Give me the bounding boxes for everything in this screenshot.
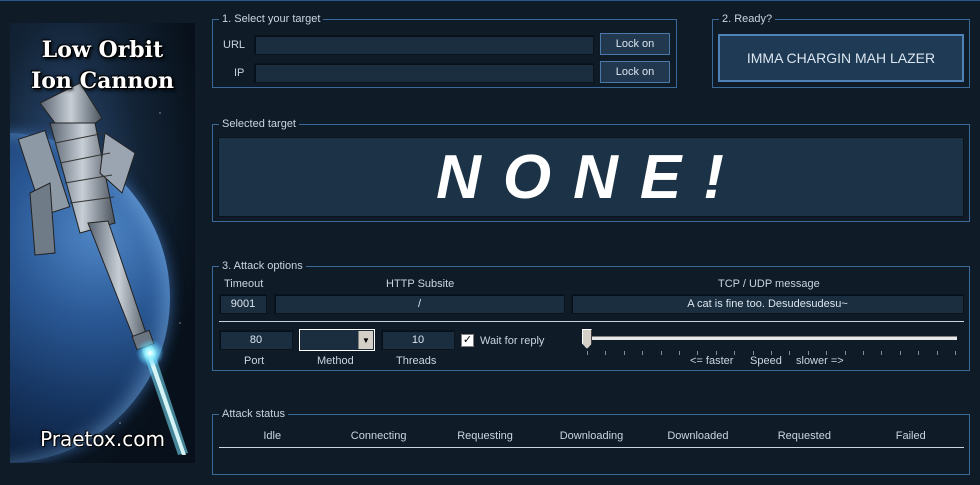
port-input[interactable] [219, 330, 293, 350]
method-label: Method [317, 355, 354, 367]
slider-tick [955, 351, 956, 355]
slider-tick [863, 351, 864, 355]
url-lock-on-button[interactable]: Lock on [600, 33, 670, 55]
url-label: URL [223, 39, 246, 51]
port-label: Port [244, 355, 265, 367]
slider-tick [679, 351, 680, 355]
slider-tick [623, 351, 625, 355]
http-subsite-label: HTTP Subsite [386, 278, 455, 290]
banner-title-line2: Ion Cannon [30, 68, 175, 94]
speed-slower-label: slower => [796, 355, 844, 367]
slider-tick [918, 351, 920, 355]
select-target-legend: 1. Select your target [219, 12, 324, 26]
wait-for-reply-checkbox[interactable]: ✓ [461, 334, 474, 347]
slider-tick [660, 351, 662, 355]
status-divider-top [219, 447, 964, 448]
status-column-failed: Failed [895, 430, 926, 442]
speed-slider-track[interactable] [585, 336, 957, 340]
tcp-udp-message-input[interactable] [571, 294, 964, 314]
status-column-downloaded: Downloaded [667, 430, 729, 442]
slider-tick [899, 351, 901, 355]
timeout-label: Timeout [224, 278, 264, 290]
selected-target-display: NONE! [218, 137, 964, 217]
loic-window: Low Orbit Ion Cannon Praetox.com 1. Sele… [0, 0, 980, 485]
status-column-connecting: Connecting [350, 430, 407, 442]
speed-slider-handle[interactable] [582, 329, 592, 349]
slider-tick [881, 351, 883, 355]
slider-tick [789, 351, 791, 355]
threads-input[interactable] [381, 330, 455, 350]
speed-faster-label: <= faster [690, 355, 734, 367]
method-select-value [300, 330, 304, 350]
fire-lazer-button[interactable]: IMMA CHARGIN MAH LAZER [718, 34, 964, 82]
url-input[interactable] [254, 35, 594, 55]
threads-label: Threads [396, 355, 437, 367]
select-target-group: 1. Select your target URL Lock on IP Loc… [212, 12, 677, 88]
attack-options-legend: 3. Attack options [219, 259, 306, 273]
ip-input[interactable] [254, 63, 594, 83]
status-column-downloading: Downloading [559, 430, 624, 442]
method-select[interactable]: ▼ [299, 329, 375, 351]
timeout-input[interactable] [219, 294, 267, 314]
slider-tick [587, 351, 588, 355]
status-column-requesting: Requesting [457, 430, 513, 442]
speed-label: Speed [750, 355, 782, 367]
ip-lock-on-button[interactable]: Lock on [600, 61, 670, 83]
chevron-down-icon[interactable]: ▼ [358, 331, 373, 349]
slider-tick [734, 351, 736, 355]
status-column-idle: Idle [263, 430, 282, 442]
ready-legend: 2. Ready? [719, 12, 776, 26]
options-divider [219, 321, 964, 322]
selected-target-group: Selected target NONE! [212, 117, 970, 222]
attack-status-legend: Attack status [219, 407, 288, 421]
attack-options-group: 3. Attack options Timeout HTTP Subsite T… [212, 259, 970, 371]
http-subsite-input[interactable] [274, 294, 565, 314]
slider-tick [844, 351, 846, 355]
banner-title-line1: Low Orbit [41, 37, 164, 63]
slider-tick [642, 351, 644, 355]
status-column-requested: Requested [777, 430, 831, 442]
selected-target-value: NONE! [436, 142, 746, 212]
ready-group: 2. Ready? IMMA CHARGIN MAH LAZER [712, 12, 970, 88]
attack-status-group: Attack status Idle Connecting Requesting Do… [212, 407, 970, 475]
wait-for-reply-label[interactable]: Wait for reply [480, 335, 544, 347]
banner-site-name: Praetox.com [40, 427, 165, 451]
slider-tick [605, 351, 607, 355]
tcp-udp-message-label: TCP / UDP message [718, 278, 820, 290]
ip-label: IP [234, 67, 245, 79]
loic-banner: Low Orbit Ion Cannon Praetox.com [10, 23, 195, 463]
selected-target-legend: Selected target [219, 117, 299, 131]
slider-tick [936, 351, 938, 355]
